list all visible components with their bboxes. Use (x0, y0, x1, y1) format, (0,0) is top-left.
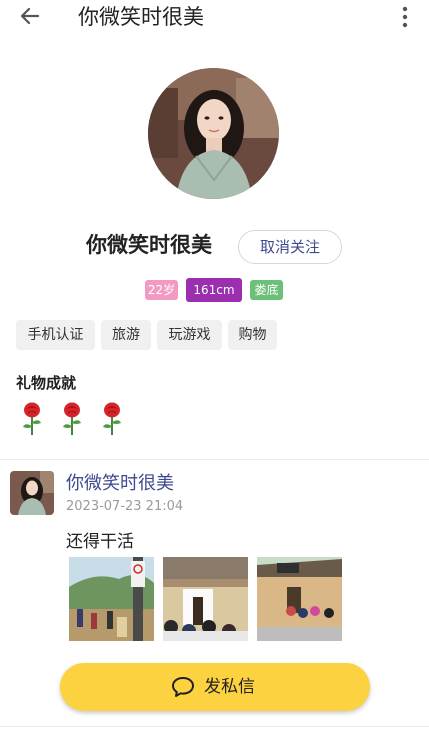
tag-phone-verified: 手机认证 (16, 320, 95, 350)
section-divider (0, 459, 429, 460)
tag-shopping: 购物 (228, 320, 277, 350)
post-author-name[interactable]: 你微笑时很美 (66, 472, 174, 496)
rose-icon (18, 402, 46, 436)
post-photo-thumbnail[interactable] (257, 557, 342, 641)
profile-avatar[interactable] (148, 68, 279, 199)
post-content: 还得干活 (66, 532, 134, 552)
age-badge: 22岁 (145, 280, 178, 300)
post-photo-thumbnail[interactable] (69, 557, 154, 641)
height-badge: 161cm (186, 278, 242, 302)
send-message-label: 发私信 (204, 677, 255, 697)
post-author-avatar[interactable] (10, 471, 54, 515)
profile-name: 你微笑时很美 (86, 233, 212, 257)
chat-bubble-icon (171, 676, 195, 698)
avatar-photo (148, 68, 279, 199)
city-badge: 娄底 (250, 280, 283, 300)
top-bar: 你微笑时很美 (0, 0, 429, 36)
back-button[interactable] (18, 4, 42, 28)
tag-games: 玩游戏 (157, 320, 222, 350)
unfollow-button[interactable]: 取消关注 (238, 230, 342, 264)
bottom-divider (0, 726, 429, 727)
rose-icon (98, 402, 126, 436)
rose-icon (58, 402, 86, 436)
page-title: 你微笑时很美 (78, 5, 204, 29)
arrow-left-icon (20, 7, 40, 25)
post-timestamp: 2023-07-23 21:04 (66, 499, 184, 514)
more-options-button[interactable] (398, 6, 412, 28)
tag-travel: 旅游 (101, 320, 151, 350)
profile-page: 你微笑时很美 你微笑时很美 取消关注 22岁 161cm 娄底 手机认证 旅游 … (0, 0, 429, 731)
post-photo-thumbnail[interactable] (163, 557, 248, 641)
more-vertical-icon (402, 6, 408, 28)
send-message-button[interactable]: 发私信 (60, 663, 370, 711)
gift-achievements-title: 礼物成就 (16, 374, 77, 392)
